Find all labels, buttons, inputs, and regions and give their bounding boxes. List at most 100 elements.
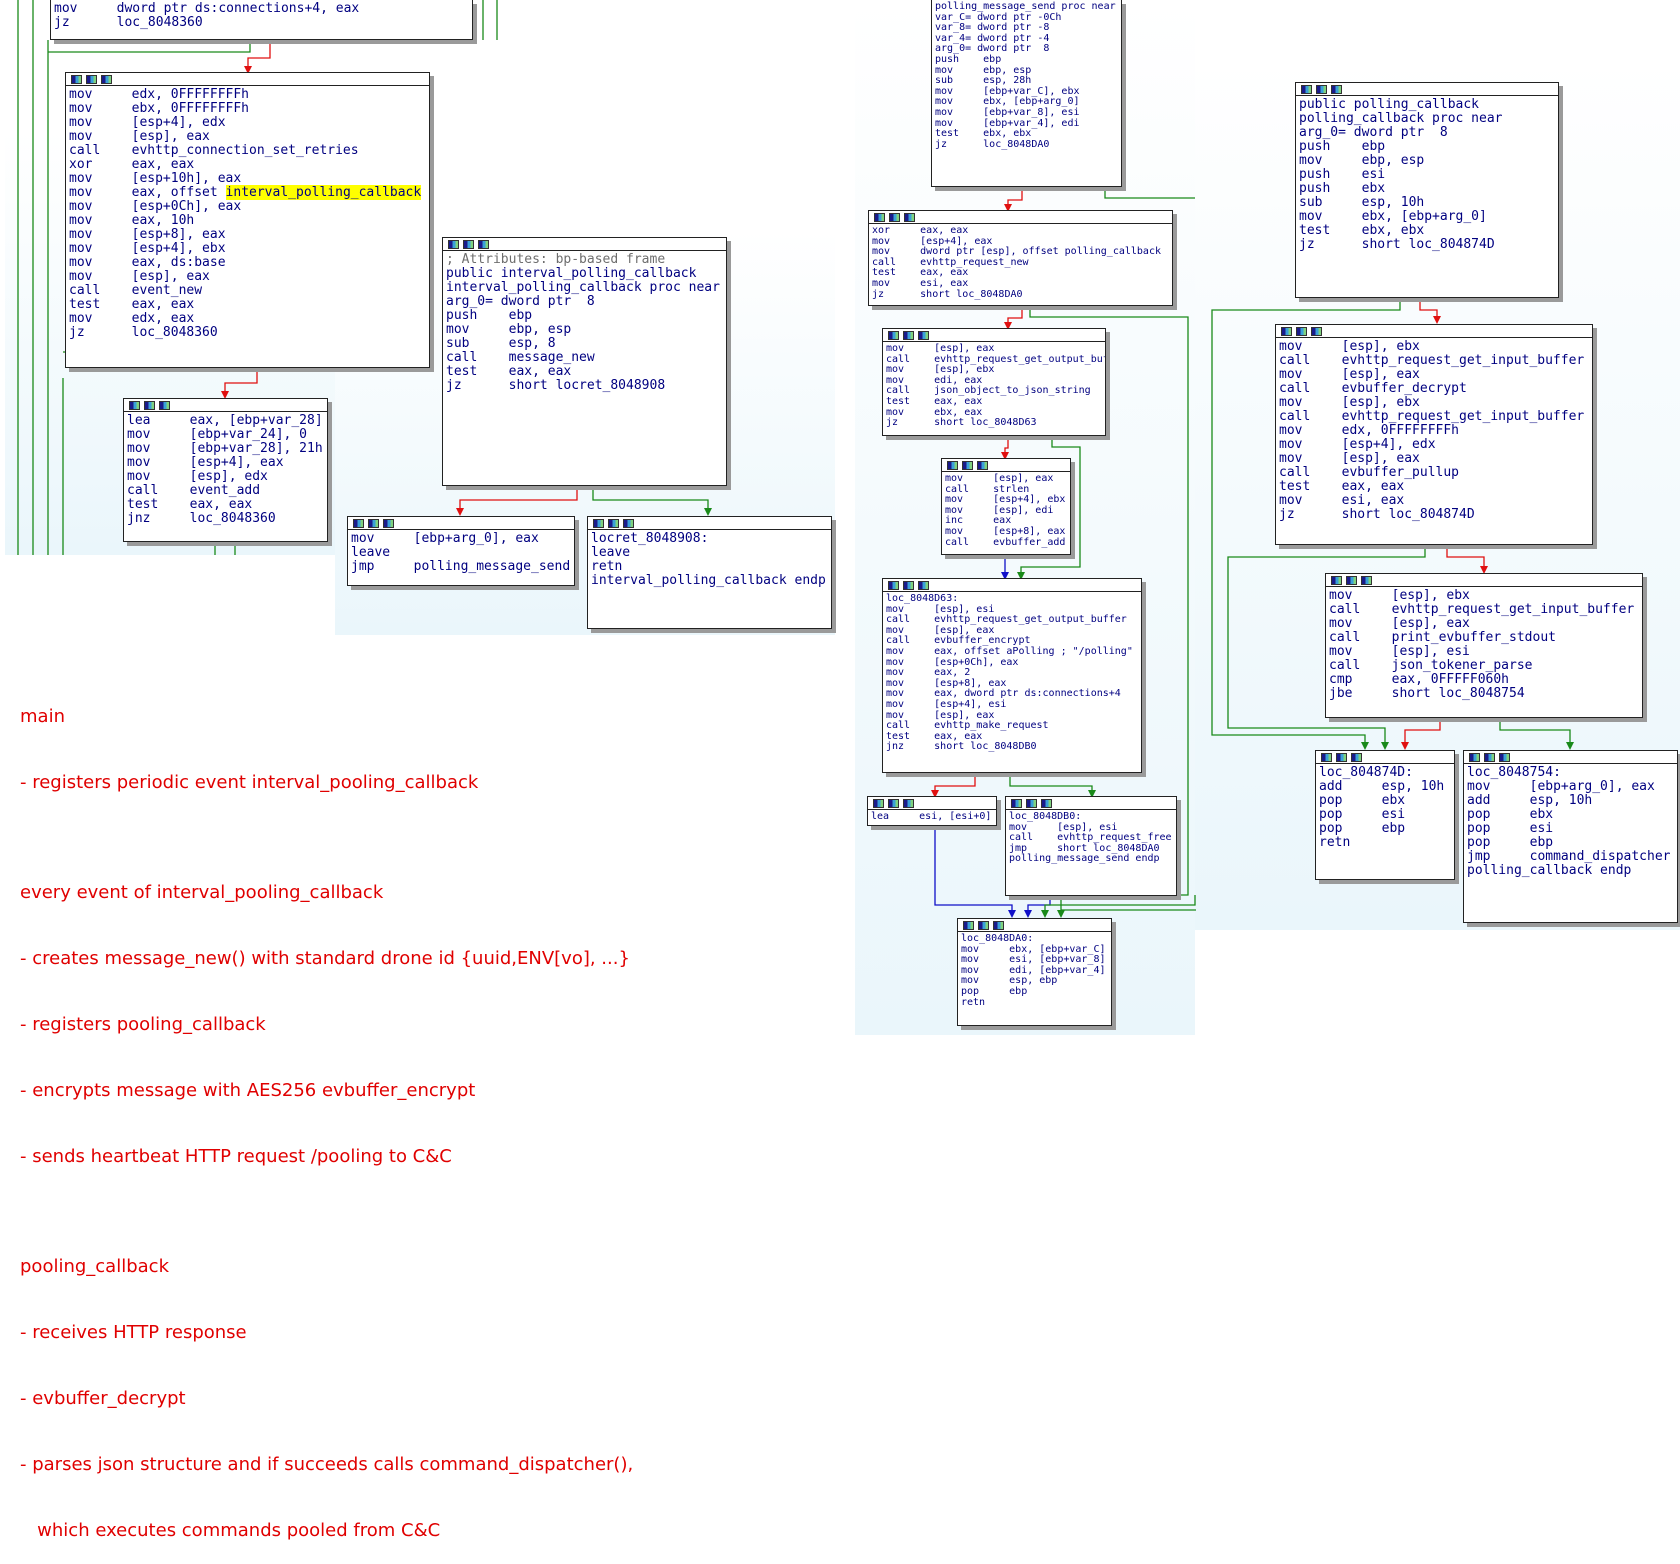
asm-line[interactable]: retn	[961, 997, 1108, 1009]
asm-line[interactable]: mov [esp], eax	[69, 270, 426, 284]
graph-icon[interactable]	[874, 213, 885, 222]
asm-line[interactable]: polling_message_send proc near	[935, 1, 1118, 13]
asm-line[interactable]: mov [esp], eax	[945, 473, 1067, 485]
graph-icon[interactable]	[593, 519, 604, 528]
comment-icon[interactable]	[903, 799, 914, 808]
asm-line[interactable]: mov eax, offset aPolling ; "/polling"	[886, 646, 1138, 658]
code-block-evhttp-request-new[interactable]: xor eax, eax mov [esp+4], eax mov dword pt…	[868, 210, 1173, 306]
asm-line[interactable]: public polling_callback	[1299, 98, 1555, 112]
graph-icon[interactable]	[129, 401, 140, 410]
asm-line[interactable]: pop esi	[1467, 822, 1674, 836]
asm-line[interactable]: mov dword ptr ds:connections+4, eax	[54, 2, 469, 16]
asm-line[interactable]: mov [esp], eax	[886, 343, 1102, 355]
asm-line[interactable]: mov [ebp+arg_0], eax	[351, 532, 571, 546]
asm-line[interactable]: cmp eax, 0FFFFF060h	[1329, 673, 1639, 687]
asm-line[interactable]: jz loc_8048360	[54, 16, 469, 30]
asm-line[interactable]: mov eax, offset interval_polling_callbac…	[69, 185, 426, 200]
asm-line[interactable]: mov [esp+4], eax	[127, 456, 324, 470]
asm-line[interactable]: leave	[591, 546, 828, 560]
comment-icon[interactable]	[1361, 576, 1372, 585]
rename-icon[interactable]	[1296, 327, 1307, 336]
code-block-loc-8048754[interactable]: loc_8048754: mov [ebp+arg_0], eax add esp,…	[1463, 750, 1678, 923]
comment-icon[interactable]	[977, 461, 988, 470]
comment-icon[interactable]	[1041, 799, 1052, 808]
asm-line[interactable]: mov [esp], edx	[127, 470, 324, 484]
asm-line[interactable]: jnz loc_8048360	[127, 512, 324, 526]
asm-line[interactable]: polling_callback proc near	[1299, 112, 1555, 126]
rename-icon[interactable]	[888, 799, 899, 808]
rename-icon[interactable]	[889, 213, 900, 222]
asm-line[interactable]: mov [esp], eax	[1279, 368, 1589, 382]
comment-icon[interactable]	[159, 401, 170, 410]
asm-line[interactable]: xor eax, eax	[69, 158, 426, 172]
asm-line[interactable]: mov ebx, [ebp+arg_0]	[1299, 210, 1555, 224]
asm-line[interactable]: push ebp	[446, 309, 723, 323]
asm-line[interactable]: sub esp, 8	[446, 337, 723, 351]
code-block-polling-callback[interactable]: public polling_callback polling_callback …	[1295, 82, 1559, 298]
asm-line[interactable]: test ebx, ebx	[1299, 224, 1555, 238]
asm-line[interactable]: mov [ebp+var_28], 21h	[127, 442, 324, 456]
asm-line[interactable]: test eax, eax	[446, 365, 723, 379]
asm-line[interactable]: jmp polling_message_send	[351, 560, 571, 574]
asm-line[interactable]: jz short loc_8048D63	[886, 418, 1102, 429]
asm-line[interactable]: jz short loc_804874D	[1299, 238, 1555, 252]
asm-line[interactable]: test eax, eax	[69, 298, 426, 312]
asm-line[interactable]: arg_0= dword ptr 8	[1299, 126, 1555, 140]
asm-line[interactable]: jnz short loc_8048DB0	[886, 742, 1138, 753]
asm-line[interactable]: loc_8048754:	[1467, 766, 1674, 780]
asm-line[interactable]: mov edx, eax	[69, 312, 426, 326]
asm-line[interactable]: mov ebx, 0FFFFFFFFh	[69, 102, 426, 116]
asm-line[interactable]: retn	[1319, 836, 1451, 850]
asm-line[interactable]: xor eax, eax	[872, 225, 1169, 237]
asm-line[interactable]: call evhttp_request_get_input_buffer	[1279, 410, 1589, 424]
graph-icon[interactable]	[1321, 753, 1332, 762]
asm-line[interactable]: polling_message_send endp	[1009, 854, 1173, 865]
rename-icon[interactable]	[1026, 799, 1037, 808]
asm-line[interactable]: test eax, eax	[886, 396, 1102, 408]
asm-line[interactable]: mov [esp+10h], eax	[69, 172, 426, 186]
graph-icon[interactable]	[448, 240, 459, 249]
asm-line[interactable]: mov [esp], ebx	[1279, 340, 1589, 354]
asm-line[interactable]: mov [esp+4], edx	[1279, 438, 1589, 452]
asm-line[interactable]: mov eax, ds:base	[69, 256, 426, 270]
asm-line[interactable]: mov esi, eax	[872, 278, 1169, 290]
code-block-json-to-string[interactable]: mov [esp], eax call evhttp_request_get_ou…	[882, 328, 1106, 436]
asm-line[interactable]: jmp command_dispatcher	[1467, 850, 1674, 864]
asm-line[interactable]: pop ebp	[1467, 836, 1674, 850]
asm-line[interactable]: add esp, 10h	[1319, 780, 1451, 794]
code-block-connections-check[interactable]: mov dword ptr ds:connections+4, eax jz lo…	[50, 0, 473, 40]
graph-icon[interactable]	[1469, 753, 1480, 762]
asm-line[interactable]: pop ebp	[961, 986, 1108, 998]
graph-icon[interactable]	[888, 581, 899, 590]
code-block-loc-8048d63[interactable]: loc_8048D63: mov [esp], esi call evhttp_re…	[882, 578, 1142, 773]
asm-line[interactable]: call evhttp_request_get_input_buffer	[1329, 603, 1639, 617]
graph-icon[interactable]	[1011, 799, 1022, 808]
asm-line[interactable]: pop ebx	[1319, 794, 1451, 808]
comment-icon[interactable]	[623, 519, 634, 528]
code-block-evbuffer-add[interactable]: mov [esp], eax call strlen mov [esp+4], eb…	[941, 458, 1071, 555]
asm-line[interactable]: push ebp	[935, 54, 1118, 66]
asm-line[interactable]: mov [esp], eax	[69, 130, 426, 144]
asm-line[interactable]: call evbuffer_decrypt	[1279, 382, 1589, 396]
asm-line[interactable]: jz short loc_8048DA0	[872, 289, 1169, 301]
comment-icon[interactable]	[1311, 327, 1322, 336]
asm-line[interactable]: mov [esp], eax	[1329, 617, 1639, 631]
graph-icon[interactable]	[1301, 85, 1312, 94]
asm-line[interactable]: mov [esp+4], esi	[886, 699, 1138, 711]
rename-icon[interactable]	[608, 519, 619, 528]
asm-line[interactable]: mov [esp+8], eax	[945, 526, 1067, 538]
asm-line[interactable]: push ebx	[1299, 182, 1555, 196]
rename-icon[interactable]	[1336, 753, 1347, 762]
comment-icon[interactable]	[383, 519, 394, 528]
rename-icon[interactable]	[1346, 576, 1357, 585]
code-block-jmp-polling-message-send[interactable]: mov [ebp+arg_0], eax leave jmp polling_mes…	[347, 516, 575, 586]
rename-icon[interactable]	[1484, 753, 1495, 762]
code-block-interval-polling-callback[interactable]: ; Attributes: bp-based frame public inter…	[442, 237, 727, 486]
asm-line[interactable]: mov [ebp+arg_0], eax	[1467, 780, 1674, 794]
comment-icon[interactable]	[993, 921, 1004, 930]
code-block-lea-esi[interactable]: lea esi, [esi+0]	[867, 796, 997, 826]
asm-line[interactable]: call evhttp_connection_set_retries	[69, 144, 426, 158]
asm-line[interactable]: ; Attributes: bp-based frame	[446, 253, 723, 267]
code-block-event-add[interactable]: lea eax, [ebp+var_28] mov [ebp+var_24], 0…	[123, 398, 328, 542]
asm-line[interactable]: mov edx, 0FFFFFFFFh	[69, 88, 426, 102]
